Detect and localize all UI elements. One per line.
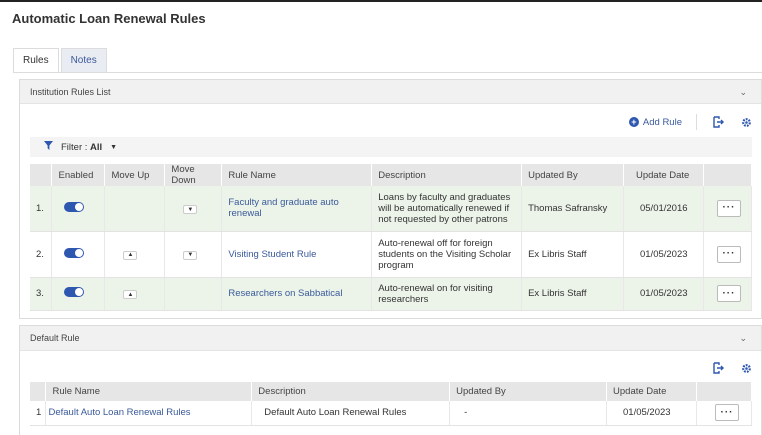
more-actions-button[interactable]: ··· bbox=[714, 404, 739, 422]
table-row: 1. ▼ Faculty and graduate auto renewal L… bbox=[30, 186, 753, 232]
institution-rules-panel: Institution Rules List ⌄ + Add Rule Filt… bbox=[19, 79, 762, 319]
export-icon[interactable] bbox=[711, 115, 725, 129]
rule-description: Default Auto Loan Renewal Rules bbox=[251, 401, 451, 426]
page-title: Automatic Loan Renewal Rules bbox=[12, 11, 206, 26]
col-rule-name: Rule Name bbox=[45, 382, 253, 401]
filter-label[interactable]: Filter : All bbox=[61, 142, 102, 153]
col-index bbox=[30, 164, 53, 186]
col-enabled: Enabled bbox=[51, 164, 106, 186]
gear-icon[interactable] bbox=[739, 115, 753, 129]
rule-updated-by: Ex Libris Staff bbox=[521, 277, 624, 311]
col-rule-name: Rule Name bbox=[221, 164, 373, 186]
col-move-down: Move Down bbox=[164, 164, 223, 186]
row-index: 2. bbox=[30, 231, 53, 278]
gear-icon[interactable] bbox=[739, 361, 753, 375]
rule-updated-by: - bbox=[449, 401, 608, 426]
move-up-button[interactable]: ▲ bbox=[123, 290, 138, 300]
tab-notes[interactable]: Notes bbox=[60, 48, 107, 73]
default-rule-table: Rule Name Description Updated By Update … bbox=[30, 382, 753, 426]
default-rule-title: Default Rule bbox=[30, 333, 80, 343]
enabled-toggle[interactable] bbox=[64, 287, 85, 297]
chevron-down-icon[interactable]: ⌄ bbox=[739, 80, 747, 104]
move-down-button[interactable]: ▼ bbox=[183, 250, 198, 260]
row-index: 3. bbox=[30, 277, 53, 311]
move-up-button[interactable]: ▲ bbox=[123, 250, 138, 260]
tab-rules[interactable]: Rules bbox=[13, 48, 59, 73]
rule-update-date: 05/01/2016 bbox=[623, 186, 704, 232]
col-update-date: Update Date bbox=[623, 164, 704, 186]
col-update-date: Update Date bbox=[606, 382, 697, 401]
chevron-down-icon[interactable]: ⌄ bbox=[739, 326, 747, 351]
row-index: 1. bbox=[30, 186, 53, 232]
rule-name-link[interactable]: Faculty and graduate auto renewal bbox=[221, 186, 373, 232]
enabled-toggle[interactable] bbox=[64, 201, 85, 212]
rule-name-link[interactable]: Default Auto Loan Renewal Rules bbox=[45, 401, 253, 426]
rule-description: Auto-renewal off for foreign students on… bbox=[371, 231, 523, 278]
col-updated-by: Updated By bbox=[449, 382, 608, 401]
institution-rules-header[interactable]: Institution Rules List ⌄ bbox=[20, 80, 761, 104]
default-rule-panel: Default Rule ⌄ Rule Name Description Upd… bbox=[19, 325, 762, 435]
enabled-toggle[interactable] bbox=[64, 247, 85, 258]
filter-icon[interactable] bbox=[44, 141, 53, 153]
institution-rules-title: Institution Rules List bbox=[30, 87, 111, 97]
col-actions bbox=[703, 164, 753, 186]
rule-description: Loans by faculty and graduates will be a… bbox=[371, 186, 523, 232]
filter-bar: Filter : All ▼ bbox=[30, 137, 752, 157]
institution-rules-table: Enabled Move Up Move Down Rule Name Desc… bbox=[30, 164, 753, 311]
col-description: Description bbox=[371, 164, 523, 186]
export-icon[interactable] bbox=[711, 361, 725, 375]
row-index: 1 bbox=[30, 401, 47, 426]
more-actions-button[interactable]: ··· bbox=[716, 245, 741, 263]
plus-circle-icon: + bbox=[628, 117, 639, 127]
default-toolbar bbox=[711, 361, 753, 375]
caret-down-icon[interactable]: ▼ bbox=[110, 144, 117, 151]
col-updated-by: Updated By bbox=[521, 164, 624, 186]
more-actions-button[interactable]: ··· bbox=[716, 285, 741, 302]
rule-update-date: 01/05/2023 bbox=[623, 231, 704, 278]
col-move-up: Move Up bbox=[104, 164, 166, 186]
col-description: Description bbox=[251, 382, 451, 401]
tab-bar: Rules Notes bbox=[13, 48, 109, 73]
table-row: 1 Default Auto Loan Renewal Rules Defaul… bbox=[30, 401, 753, 426]
rule-description: Auto-renewal on for visiting researchers bbox=[371, 277, 523, 311]
rule-name-link[interactable]: Researchers on Sabbatical bbox=[221, 277, 373, 311]
add-rule-button[interactable]: + Add Rule bbox=[628, 116, 682, 128]
toolbar-separator bbox=[696, 114, 697, 130]
rule-update-date: 01/05/2023 bbox=[606, 401, 697, 426]
default-rule-header[interactable]: Default Rule ⌄ bbox=[20, 326, 761, 351]
rule-updated-by: Ex Libris Staff bbox=[521, 231, 624, 278]
table-row: 2. ▲ ▼ Visiting Student Rule Auto-renewa… bbox=[30, 231, 753, 278]
tab-divider bbox=[13, 72, 762, 73]
more-actions-button[interactable]: ··· bbox=[716, 199, 741, 217]
move-down-button[interactable]: ▼ bbox=[183, 205, 198, 214]
rule-update-date: 01/05/2023 bbox=[623, 277, 704, 311]
col-actions bbox=[696, 382, 753, 401]
top-border bbox=[0, 0, 762, 2]
institution-toolbar: + Add Rule bbox=[628, 114, 753, 130]
table-row: 3. ▲ Researchers on Sabbatical Auto-rene… bbox=[30, 277, 753, 311]
rule-name-link[interactable]: Visiting Student Rule bbox=[221, 231, 373, 278]
add-rule-label: Add Rule bbox=[642, 116, 682, 128]
rule-updated-by: Thomas Safransky bbox=[521, 186, 624, 232]
col-index bbox=[30, 382, 47, 401]
